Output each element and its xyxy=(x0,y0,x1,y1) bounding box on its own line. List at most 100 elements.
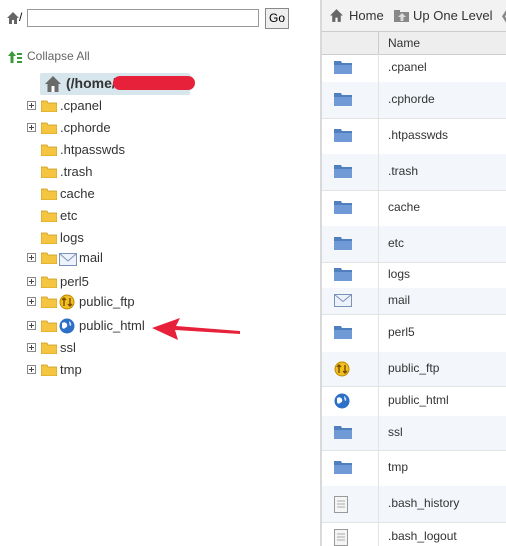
file-row[interactable]: .bash_logout xyxy=(322,522,506,546)
icon-column-header[interactable] xyxy=(322,32,379,54)
folder-icon xyxy=(41,166,57,178)
file-list-pane: Home Up One Level ❮ Name .cpanel .cphorde… xyxy=(322,0,506,546)
file-row[interactable]: .cpanel xyxy=(322,54,506,83)
home-button[interactable]: Home xyxy=(349,8,384,23)
expand-icon[interactable] xyxy=(27,343,36,352)
tree-item-label: cache xyxy=(60,186,95,201)
tree-item-dot-cphorde[interactable]: .cphorde xyxy=(27,120,287,138)
tree-item-mail[interactable]: mail xyxy=(27,250,287,268)
path-bar: / Go xyxy=(0,0,320,36)
path-separator: / xyxy=(19,10,23,24)
tree-root-label: (/home/ xyxy=(66,75,116,91)
tree-item-label: perl5 xyxy=(60,274,89,289)
tree-item-etc[interactable]: etc xyxy=(27,208,287,226)
tree-item-dot-cpanel[interactable]: .cpanel xyxy=(27,98,287,116)
folder-icon xyxy=(334,128,352,142)
file-name: public_ftp xyxy=(388,361,440,375)
tree-item-tmp[interactable]: tmp xyxy=(27,362,287,380)
folder-icon xyxy=(41,320,57,332)
file-row[interactable]: tmp xyxy=(322,450,506,487)
home-icon xyxy=(329,8,344,23)
tree-item-label: etc xyxy=(60,208,78,223)
file-icon-cell xyxy=(322,416,379,450)
file-list-header: Name xyxy=(322,32,506,55)
tree-item-cache[interactable]: cache xyxy=(27,186,287,204)
tree-item-label: .cphorde xyxy=(60,120,111,135)
mail-icon xyxy=(334,293,352,307)
file-row[interactable]: public_ftp xyxy=(322,352,506,387)
file-name: .htpasswds xyxy=(388,128,449,142)
file-icon-cell xyxy=(322,226,379,262)
file-name: tmp xyxy=(388,460,409,474)
folder-icon xyxy=(334,236,352,250)
file-row[interactable]: .cphorde xyxy=(322,82,506,119)
folder-icon xyxy=(41,276,57,288)
tree-item-label: .cpanel xyxy=(60,98,102,113)
file-icon-cell xyxy=(322,118,379,154)
file-icon-cell xyxy=(322,486,379,522)
expand-icon[interactable] xyxy=(27,277,36,286)
folder-icon xyxy=(41,188,57,200)
file-row[interactable]: logs xyxy=(322,262,506,289)
tree-item-perl5[interactable]: perl5 xyxy=(27,274,287,292)
file-icon-cell xyxy=(322,352,379,386)
file-name: .trash xyxy=(388,164,419,178)
up-one-level-icon xyxy=(394,9,410,23)
expand-icon[interactable] xyxy=(27,253,36,262)
file-row[interactable]: .htpasswds xyxy=(322,118,506,155)
chevron-left-icon: ❮ xyxy=(500,7,506,24)
file-row[interactable]: ssl xyxy=(322,416,506,451)
expand-icon[interactable] xyxy=(27,123,36,132)
tree-item-dot-htpasswds[interactable]: .htpasswds xyxy=(27,142,287,160)
name-column-header[interactable]: Name xyxy=(388,36,420,50)
folder-icon xyxy=(334,267,352,281)
file-name: .cpanel xyxy=(388,60,427,74)
folder-icon xyxy=(334,92,352,106)
file-row[interactable]: etc xyxy=(322,226,506,263)
tree-item-dot-trash[interactable]: .trash xyxy=(27,164,287,182)
tree-item-label: public_ftp xyxy=(79,294,135,309)
file-row[interactable]: .trash xyxy=(322,154,506,191)
globe-icon xyxy=(334,393,352,409)
go-button[interactable]: Go xyxy=(265,8,289,29)
file-icon-cell xyxy=(322,386,379,416)
collapse-arrow-icon xyxy=(8,50,22,64)
file-row[interactable]: public_html xyxy=(322,386,506,417)
file-icon-cell xyxy=(322,522,379,546)
file-icon-cell xyxy=(322,262,379,288)
file-icon xyxy=(334,496,352,513)
folder-icon xyxy=(41,210,57,222)
path-input[interactable] xyxy=(27,9,259,27)
expand-icon[interactable] xyxy=(27,297,36,306)
file-row[interactable]: mail xyxy=(322,288,506,315)
home-icon[interactable] xyxy=(6,11,20,25)
file-icon-cell xyxy=(322,54,379,82)
file-toolbar: Home Up One Level ❮ xyxy=(322,0,506,32)
file-name: cache xyxy=(388,200,421,214)
file-row[interactable]: .bash_history xyxy=(322,486,506,523)
tree-item-label: .trash xyxy=(60,164,93,179)
tree-item-public-ftp[interactable]: public_ftp xyxy=(27,294,287,312)
tree-item-logs[interactable]: logs xyxy=(27,230,287,248)
folder-icon xyxy=(334,460,352,474)
file-icon-cell xyxy=(322,314,379,352)
folder-icon xyxy=(41,144,57,156)
file-icon-cell xyxy=(322,190,379,226)
folder-icon xyxy=(334,60,352,74)
tree-item-label: .htpasswds xyxy=(60,142,126,157)
file-row[interactable]: perl5 xyxy=(322,314,506,353)
up-one-level-button[interactable]: Up One Level xyxy=(413,8,493,23)
folder-icon xyxy=(41,122,57,134)
expand-icon[interactable] xyxy=(27,101,36,110)
file-row[interactable]: cache xyxy=(322,190,506,227)
file-name: mail xyxy=(388,293,411,307)
tree-item-label: tmp xyxy=(60,362,82,377)
tree-item-ssl[interactable]: ssl xyxy=(27,340,287,358)
folder-icon xyxy=(334,425,352,439)
tree-item-label: logs xyxy=(60,230,84,245)
file-name: .bash_history xyxy=(388,496,460,510)
folder-icon xyxy=(41,364,57,376)
expand-icon[interactable] xyxy=(27,365,36,374)
file-icon-cell xyxy=(322,288,379,314)
expand-icon[interactable] xyxy=(27,321,36,330)
